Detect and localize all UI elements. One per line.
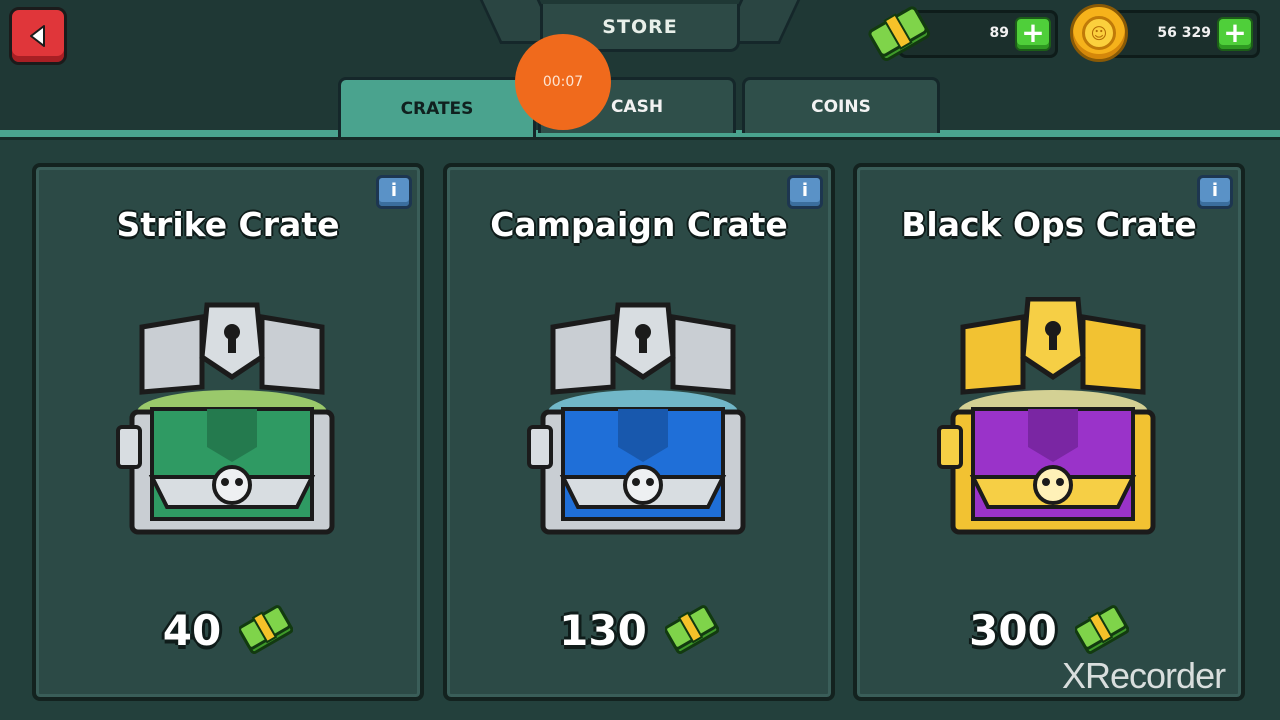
- crate-chest-icon: [937, 297, 1156, 535]
- coin-icon-face: ☺: [1082, 16, 1116, 50]
- crate-price: 130: [559, 605, 647, 655]
- crate-card-campaign[interactable]: i Campaign Crate 130: [443, 163, 835, 701]
- tab-coins[interactable]: COINS: [742, 77, 940, 133]
- cash-balance-value: 89: [989, 25, 1009, 41]
- cash-bundle-icon: [868, 6, 931, 62]
- coin-icon: ☺: [1070, 4, 1128, 62]
- crate-card-black-ops[interactable]: i Black Ops Crate 300: [853, 163, 1245, 701]
- info-button[interactable]: i: [787, 175, 823, 209]
- crate-title: Black Ops Crate: [901, 205, 1197, 244]
- crate-title: Strike Crate: [116, 205, 340, 244]
- crate-price-row: 40: [36, 605, 420, 655]
- tab-crates[interactable]: CRATES: [338, 77, 536, 137]
- crate-price-row: 300: [857, 605, 1241, 655]
- crate-title: Campaign Crate: [490, 205, 788, 244]
- info-button[interactable]: i: [1197, 175, 1233, 209]
- crate-price: 40: [162, 605, 222, 655]
- info-button[interactable]: i: [376, 175, 412, 209]
- cash-bundle-icon: [1074, 605, 1129, 655]
- recording-timer-badge[interactable]: 00:07: [515, 34, 611, 130]
- cash-bundle-icon: [239, 605, 294, 655]
- crate-price: 300: [969, 605, 1057, 655]
- cash-bundle-icon: [664, 605, 719, 655]
- crate-chest-icon: [527, 302, 746, 535]
- back-button[interactable]: [9, 7, 67, 65]
- recorder-watermark: XRecorder: [1062, 655, 1226, 696]
- add-coins-button[interactable]: +: [1217, 17, 1253, 51]
- coin-balance-value: 56 329: [1157, 25, 1211, 41]
- crate-price-row: 130: [447, 605, 831, 655]
- crate-chest-icon: [116, 302, 335, 535]
- recording-timer: 00:07: [542, 74, 584, 90]
- crate-card-strike[interactable]: i Strike Crate 40: [32, 163, 424, 701]
- add-cash-button[interactable]: +: [1015, 17, 1051, 51]
- back-arrow-icon: [30, 25, 45, 47]
